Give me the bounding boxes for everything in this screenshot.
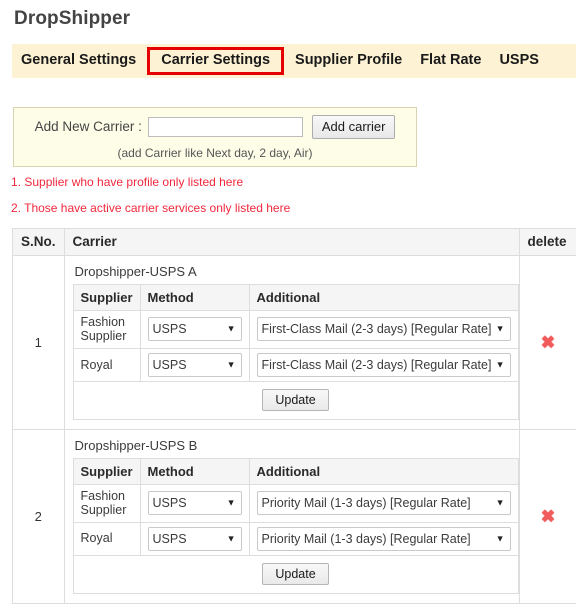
update-row: Update (73, 555, 518, 593)
method-select-wrap: USPS ▼ (148, 491, 242, 515)
carrier-name: Dropshipper-USPS B (73, 438, 519, 458)
supplier-name: Fashion Supplier (73, 484, 140, 522)
method-cell: USPS ▼ (140, 348, 249, 381)
tab-bar: General Settings Carrier Settings Suppli… (12, 44, 576, 78)
method-select-wrap: USPS ▼ (148, 317, 242, 341)
update-button[interactable]: Update (262, 389, 328, 411)
method-cell: USPS ▼ (140, 522, 249, 555)
additional-select-wrap: Priority Mail (1-3 days) [Regular Rate] … (257, 527, 511, 551)
header-additional: Additional (249, 285, 518, 311)
method-select[interactable]: USPS (148, 317, 242, 341)
tab-carrier-settings[interactable]: Carrier Settings (147, 47, 284, 75)
table-row: 2 Dropshipper-USPS B Supplier Method Add… (13, 429, 576, 603)
additional-cell: Priority Mail (1-3 days) [Regular Rate] … (249, 484, 518, 522)
note-active-services: 2. Those have active carrier services on… (11, 201, 290, 215)
method-select[interactable]: USPS (148, 527, 242, 551)
add-carrier-button[interactable]: Add carrier (312, 115, 396, 139)
supplier-row: Royal USPS ▼ (73, 522, 518, 555)
method-cell: USPS ▼ (140, 484, 249, 522)
header-supplier: Supplier (73, 285, 140, 311)
supplier-table-header-row: Supplier Method Additional (73, 285, 518, 311)
header-carrier: Carrier (64, 229, 519, 256)
carrier-table: S.No. Carrier delete 1 Dropshipper-USPS … (12, 228, 576, 604)
update-row: Update (73, 381, 518, 419)
header-delete: delete (519, 229, 576, 256)
additional-cell: Priority Mail (1-3 days) [Regular Rate] … (249, 522, 518, 555)
supplier-row: Royal USPS ▼ (73, 348, 518, 381)
update-button[interactable]: Update (262, 563, 328, 585)
header-supplier: Supplier (73, 458, 140, 484)
additional-select-wrap: First-Class Mail (2-3 days) [Regular Rat… (257, 317, 511, 341)
supplier-method-table: Supplier Method Additional Fashion Suppl… (73, 458, 519, 594)
page-title: DropShipper (0, 0, 576, 30)
row-delete-cell: ✖ (519, 256, 576, 430)
update-cell: Update (73, 555, 518, 593)
carrier-table-header-row: S.No. Carrier delete (13, 229, 576, 256)
add-new-carrier-input[interactable] (148, 117, 303, 137)
row-sno: 1 (13, 256, 65, 430)
add-new-carrier-label: Add New Carrier : (35, 119, 148, 134)
additional-cell: First-Class Mail (2-3 days) [Regular Rat… (249, 311, 518, 349)
method-select[interactable]: USPS (148, 353, 242, 377)
supplier-name: Royal (73, 522, 140, 555)
header-method: Method (140, 458, 249, 484)
supplier-row: Fashion Supplier USPS ▼ (73, 484, 518, 522)
add-carrier-hint: (add Carrier like Next day, 2 day, Air) (14, 146, 416, 160)
supplier-method-table: Supplier Method Additional Fashion Suppl… (73, 284, 519, 420)
method-select-wrap: USPS ▼ (148, 353, 242, 377)
additional-select-wrap: Priority Mail (1-3 days) [Regular Rate] … (257, 491, 511, 515)
row-carrier-cell: Dropshipper-USPS A Supplier Method Addit… (64, 256, 519, 430)
additional-select[interactable]: First-Class Mail (2-3 days) [Regular Rat… (257, 353, 511, 377)
delete-icon[interactable]: ✖ (541, 508, 555, 525)
additional-select[interactable]: Priority Mail (1-3 days) [Regular Rate] (257, 491, 511, 515)
table-row: 1 Dropshipper-USPS A Supplier Method Add… (13, 256, 576, 430)
additional-select[interactable]: First-Class Mail (2-3 days) [Regular Rat… (257, 317, 511, 341)
method-select[interactable]: USPS (148, 491, 242, 515)
tab-general-settings[interactable]: General Settings (12, 47, 145, 75)
delete-icon[interactable]: ✖ (541, 334, 555, 351)
row-delete-cell: ✖ (519, 429, 576, 603)
supplier-table-header-row: Supplier Method Additional (73, 458, 518, 484)
tab-supplier-profile[interactable]: Supplier Profile (286, 47, 411, 75)
add-new-carrier-panel: Add New Carrier : Add carrier (add Carri… (13, 107, 417, 167)
tab-usps[interactable]: USPS (490, 47, 548, 75)
carrier-name: Dropshipper-USPS A (73, 264, 519, 284)
header-method: Method (140, 285, 249, 311)
row-carrier-cell: Dropshipper-USPS B Supplier Method Addit… (64, 429, 519, 603)
additional-cell: First-Class Mail (2-3 days) [Regular Rat… (249, 348, 518, 381)
supplier-row: Fashion Supplier USPS ▼ (73, 311, 518, 349)
method-cell: USPS ▼ (140, 311, 249, 349)
update-cell: Update (73, 381, 518, 419)
supplier-name: Royal (73, 348, 140, 381)
tab-flat-rate[interactable]: Flat Rate (411, 47, 490, 75)
additional-select-wrap: First-Class Mail (2-3 days) [Regular Rat… (257, 353, 511, 377)
header-additional: Additional (249, 458, 518, 484)
header-sno: S.No. (13, 229, 65, 256)
additional-select[interactable]: Priority Mail (1-3 days) [Regular Rate] (257, 527, 511, 551)
supplier-name: Fashion Supplier (73, 311, 140, 349)
row-sno: 2 (13, 429, 65, 603)
method-select-wrap: USPS ▼ (148, 527, 242, 551)
note-supplier-profile: 1. Supplier who have profile only listed… (11, 175, 243, 189)
